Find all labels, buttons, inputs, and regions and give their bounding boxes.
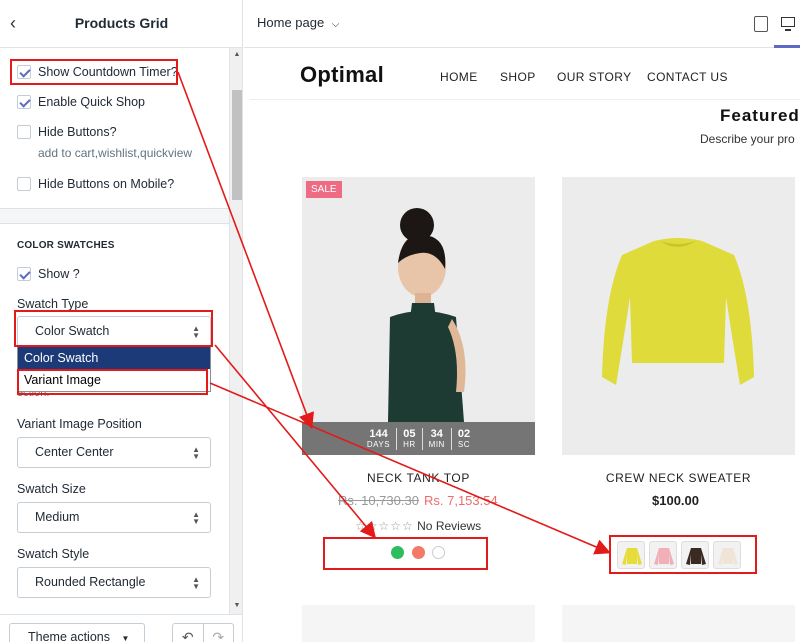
select-value: Medium bbox=[35, 510, 80, 524]
timer-seconds: 02 SC bbox=[457, 427, 471, 449]
product-image-placeholder[interactable] bbox=[302, 605, 535, 642]
timer-days: 144 DAYS bbox=[361, 427, 398, 450]
product-title[interactable]: CREW NECK SWEATER bbox=[562, 471, 795, 485]
countdown-timer: 144 DAYS 05 HR 34 MIN 02 SC bbox=[302, 422, 535, 455]
swatch-size-label: Swatch Size bbox=[17, 482, 86, 496]
caret-down-icon: ▼ bbox=[121, 634, 130, 642]
annotation-box-variant-images bbox=[609, 535, 757, 574]
checkbox-label: Enable Quick Shop bbox=[38, 95, 146, 109]
swatch-size-select[interactable]: Medium ▲ ▼ bbox=[17, 502, 211, 533]
swatch-style-label: Swatch Style bbox=[17, 547, 90, 561]
product-image-neck-tank-top[interactable]: SALE 144 DAYS 05 HR 34 MIN 02 SC bbox=[302, 177, 535, 455]
variant-image-position-label: Variant Image Position bbox=[17, 417, 142, 431]
annotation-box-countdown bbox=[10, 59, 178, 85]
section-title: COLOR SWATCHES bbox=[17, 240, 115, 251]
sale-price: Rs. 7,153.54 bbox=[424, 493, 498, 508]
scrollbar-thumb[interactable] bbox=[232, 90, 242, 200]
product-price: $100.00 bbox=[652, 493, 699, 508]
nav-link-shop[interactable]: SHOP bbox=[500, 70, 536, 84]
undo-icon[interactable]: ↶ bbox=[173, 624, 203, 642]
timer-minutes: 34 MIN bbox=[423, 427, 452, 450]
chevron-down-icon: ⌵ bbox=[331, 19, 340, 30]
undo-redo-group: ↶ ↷ bbox=[172, 623, 234, 642]
hide-buttons-mobile-checkbox[interactable]: Hide Buttons on Mobile? bbox=[17, 175, 174, 193]
product-title[interactable]: NECK TANK TOP bbox=[302, 471, 535, 485]
sale-badge: SALE bbox=[306, 181, 342, 198]
nav-link-home[interactable]: HOME bbox=[440, 70, 478, 84]
star-rating-icon: ☆☆☆☆☆ bbox=[355, 519, 414, 533]
product-image-placeholder[interactable] bbox=[562, 605, 795, 642]
panel-header: ‹ Products Grid bbox=[0, 0, 242, 48]
timer-hours: 05 HR bbox=[397, 427, 423, 450]
checkbox-label: Hide Buttons on Mobile? bbox=[38, 177, 175, 191]
theme-actions-button[interactable]: Theme actions ▼ bbox=[9, 623, 145, 642]
show-swatches-checkbox[interactable]: Show ? bbox=[17, 265, 80, 283]
nav-link-our-story[interactable]: OUR STORY bbox=[557, 70, 632, 84]
desktop-icon[interactable] bbox=[781, 16, 795, 32]
theme-actions-label: Theme actions bbox=[28, 630, 110, 642]
panel-scrollbar[interactable]: ▲ ▼ bbox=[229, 48, 242, 614]
product-reviews: ☆☆☆☆☆ No Reviews bbox=[355, 519, 481, 533]
compare-at-price: Rs. 10,730.30 bbox=[338, 493, 419, 508]
redo-icon[interactable]: ↷ bbox=[202, 624, 234, 642]
annotation-box-variant-image bbox=[17, 369, 208, 395]
sweater-photo bbox=[562, 177, 795, 455]
editor-topbar: Home page ⌵ bbox=[244, 0, 800, 48]
swatch-type-label: Swatch Type bbox=[17, 297, 89, 311]
featured-subtitle: Describe your pro bbox=[700, 132, 795, 146]
page-selector[interactable]: Home page ⌵ bbox=[257, 15, 339, 30]
model-photo bbox=[302, 177, 535, 455]
nav-link-contact-us[interactable]: CONTACT US bbox=[647, 70, 728, 84]
page-selector-label: Home page bbox=[257, 15, 325, 30]
checkbox-unchecked-icon[interactable] bbox=[17, 125, 31, 139]
swatch-style-select[interactable]: Rounded Rectangle ▲ ▼ bbox=[17, 567, 211, 598]
checkbox-checked-icon[interactable] bbox=[17, 267, 31, 281]
scroll-up-icon[interactable]: ▲ bbox=[232, 50, 242, 60]
hide-buttons-checkbox[interactable]: Hide Buttons? bbox=[17, 123, 117, 141]
color-swatches-section: COLOR SWATCHES Show ? Swatch Type Color … bbox=[0, 223, 229, 614]
mobile-icon[interactable] bbox=[754, 16, 768, 32]
reviews-label: No Reviews bbox=[417, 519, 482, 533]
panel-footer: Theme actions ▼ ↶ ↷ bbox=[0, 614, 242, 642]
checkbox-checked-icon[interactable] bbox=[17, 95, 31, 109]
featured-title: Featured bbox=[720, 106, 800, 125]
variant-image-position-select[interactable]: Center Center ▲ ▼ bbox=[17, 437, 211, 468]
select-value: Center Center bbox=[35, 445, 114, 459]
hide-buttons-help: add to cart,wishlist,quickview bbox=[38, 146, 193, 160]
enable-quick-shop-checkbox[interactable]: Enable Quick Shop bbox=[17, 93, 145, 111]
store-logo[interactable]: Optimal bbox=[300, 62, 384, 88]
checkbox-label: Hide Buttons? bbox=[38, 125, 117, 139]
annotation-box-color-swatches bbox=[323, 537, 488, 570]
dropdown-option-color-swatch[interactable]: Color Swatch bbox=[18, 347, 210, 369]
select-arrows-icon: ▲ ▼ bbox=[192, 445, 200, 461]
product-image-crew-neck-sweater[interactable] bbox=[562, 177, 795, 455]
store-header: Optimal HOME SHOP OUR STORY CONTACT US bbox=[250, 54, 800, 100]
checkbox-unchecked-icon[interactable] bbox=[17, 177, 31, 191]
panel-title: Products Grid bbox=[74, 15, 169, 31]
select-arrows-icon: ▲ ▼ bbox=[192, 575, 200, 591]
select-value: Rounded Rectangle bbox=[35, 575, 146, 589]
checkbox-label: Show ? bbox=[38, 267, 80, 281]
scroll-down-icon[interactable]: ▼ bbox=[232, 601, 242, 611]
select-arrows-icon: ▲ ▼ bbox=[192, 510, 200, 526]
active-device-indicator bbox=[774, 45, 800, 48]
annotation-box-swatch-type bbox=[14, 310, 213, 347]
